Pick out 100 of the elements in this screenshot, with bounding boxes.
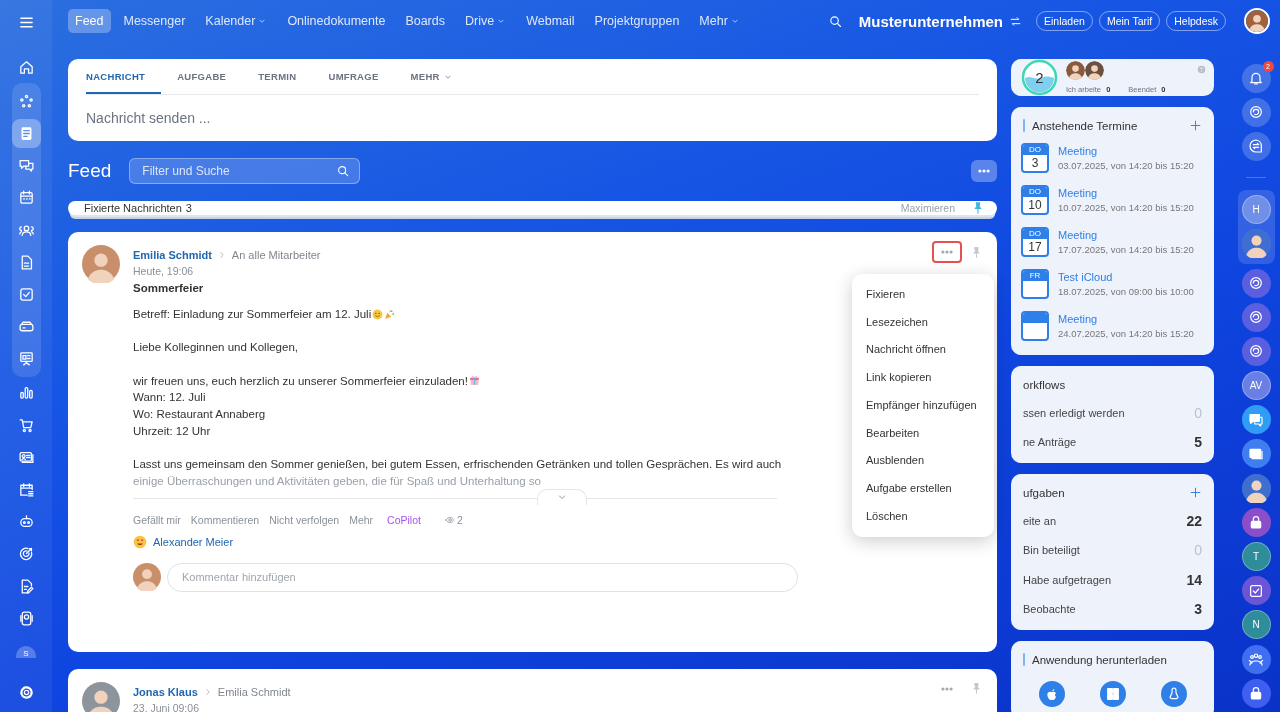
composer-tab[interactable]: MEHR [394, 59, 469, 94]
avatar [1085, 61, 1104, 80]
reaction-user[interactable]: Alexander Meier [153, 535, 234, 548]
eye-icon [444, 514, 455, 525]
rail-button[interactable] [1241, 576, 1271, 606]
avatar-initials[interactable]: AV [1241, 371, 1271, 401]
dotted-circle-icon [17, 92, 35, 110]
presentation-icon [17, 350, 35, 368]
team-icon [1248, 651, 1264, 668]
event-time: 24.07.2025, von 14:20 bis 15:20 [1058, 328, 1194, 339]
user-initial[interactable]: S [16, 646, 36, 659]
rail-button[interactable] [1241, 507, 1271, 537]
calendar-date-icon: DO 17 [1021, 227, 1049, 257]
rail-button[interactable] [1241, 405, 1271, 435]
composer-tab[interactable]: TERMIN [242, 59, 313, 94]
action-link[interactable]: CoPilot [387, 513, 421, 526]
gift-icon [468, 375, 480, 387]
recipient: Emilia Schmidt [217, 685, 291, 698]
spiral-icon [1248, 275, 1264, 292]
checkbox-icon [17, 285, 35, 303]
comment-field[interactable]: Kommentar hinzufügen [167, 562, 798, 592]
more-button[interactable] [971, 160, 997, 182]
post-text: Wann: 12. Juli [133, 390, 206, 406]
plus-icon[interactable] [1189, 119, 1202, 132]
post-text: Uhrzeit: 12 Uhr [133, 424, 211, 439]
maximize-link[interactable]: Maximieren [900, 202, 955, 214]
post-text: wir freuen uns, euch herzlich zu unserer Sommerfeier einzuladen! [133, 373, 468, 389]
pinned-count: 3 [185, 202, 192, 214]
menu-item[interactable]: Bearbeiten [852, 419, 994, 448]
menu-item[interactable]: Nachricht öffnen [852, 336, 994, 365]
switch-icon[interactable] [1009, 14, 1022, 28]
rail-button[interactable] [1241, 439, 1271, 469]
avatar-initials[interactable]: T [1241, 542, 1271, 572]
rail-button[interactable] [1241, 97, 1271, 127]
menu-item[interactable]: Link kopieren [852, 364, 994, 392]
calendar-icon [17, 189, 35, 207]
chat-icon [17, 157, 35, 175]
action-link[interactable]: Nicht verfolgen [269, 513, 340, 526]
menu-item[interactable]: Ausblenden [852, 447, 994, 475]
sidebar-item[interactable] [11, 118, 41, 148]
post-text: Liebe Kolleginnen und Kollegen, [133, 340, 298, 356]
composer-tab[interactable]: UMFRAGE [312, 59, 395, 94]
composer-tab[interactable]: AUFGABE [161, 59, 243, 94]
smiley-icon [372, 308, 384, 320]
action-link[interactable]: Mehr [349, 513, 374, 526]
nav-tab[interactable]: Mehr [692, 9, 747, 33]
party-popper-icon [384, 308, 396, 320]
settings-icon [17, 684, 35, 702]
avatar-initials[interactable]: N [1241, 610, 1271, 640]
event-title[interactable]: Meeting [1058, 313, 1194, 325]
event-time: 17.07.2025, von 14:20 bis 15:20 [1058, 244, 1194, 255]
nav-tab[interactable]: Feed [68, 9, 111, 33]
composer-tab[interactable]: NACHRICHT [86, 59, 162, 94]
rail-button[interactable] [1241, 131, 1271, 161]
plus-icon[interactable] [1189, 486, 1202, 499]
nav-tab[interactable]: Projektgruppen [587, 9, 687, 33]
rail-button[interactable] [1241, 644, 1271, 674]
row-label: eite an [1023, 514, 1057, 527]
rail-button[interactable] [1241, 336, 1271, 366]
menu-item[interactable]: Lesezeichen [852, 308, 994, 337]
action-link[interactable]: Kommentieren [190, 513, 260, 526]
nav-tab[interactable]: Kalender [198, 9, 275, 33]
row-label: Habe aufgetragen [1023, 573, 1112, 586]
rail-button[interactable] [1241, 302, 1271, 332]
event-time: 18.07.2025, von 09:00 bis 10:00 [1058, 286, 1194, 297]
event-time: 10.07.2025, von 14:20 bis 15:20 [1058, 202, 1194, 213]
author-name[interactable]: Jonas Klaus [133, 685, 198, 698]
apple-icon[interactable] [1038, 681, 1065, 707]
post-text: Wo: Restaurant Annaberg [133, 407, 266, 423]
avatar [1066, 61, 1085, 80]
message-field[interactable]: Nachricht senden ... [86, 95, 979, 141]
more-button[interactable] [932, 241, 962, 263]
lock-icon [1248, 514, 1264, 531]
nav-tab[interactable]: Drive [458, 9, 514, 33]
linux-icon[interactable] [1160, 681, 1187, 707]
menu-item[interactable]: Empfänger hinzufügen [852, 391, 994, 420]
feed-title: Feed [68, 160, 112, 182]
event-title[interactable]: Meeting [1058, 187, 1194, 199]
nav-tab[interactable]: Messenger [116, 9, 193, 33]
nav-tab[interactable]: Onlinedokumente [280, 9, 393, 33]
event-title[interactable]: Meeting [1058, 229, 1194, 241]
menu-item[interactable]: Aufgabe erstellen [852, 474, 994, 503]
event-title[interactable]: Meeting [1058, 145, 1194, 157]
composer-card[interactable]: NACHRICHT AUFGABE TERMIN UMFRAGE MEHR Nachricht senden ... [68, 59, 997, 141]
search-icon[interactable] [827, 13, 843, 29]
rail-button[interactable] [1241, 678, 1271, 708]
avatar [1241, 229, 1271, 259]
menu-item[interactable]: Fixieren [852, 281, 994, 309]
menu-item[interactable]: Löschen [852, 502, 994, 531]
card-title: Anwendung herunterladen [1032, 653, 1167, 666]
calendar-date-icon [1021, 311, 1049, 341]
action-link[interactable]: Gefällt mir [133, 513, 181, 526]
event-title[interactable]: Test iCloud [1058, 271, 1194, 283]
windows-icon[interactable] [1099, 681, 1126, 707]
nav-tab[interactable]: Boards [398, 9, 452, 33]
author-name[interactable]: Emilia Schmidt [133, 249, 212, 261]
nav-tab[interactable]: Webmail [519, 9, 582, 33]
company-name[interactable]: Musterunternehmen [858, 12, 1003, 30]
rail-button[interactable] [1241, 268, 1271, 298]
avatar-initials[interactable]: H [1241, 195, 1271, 225]
